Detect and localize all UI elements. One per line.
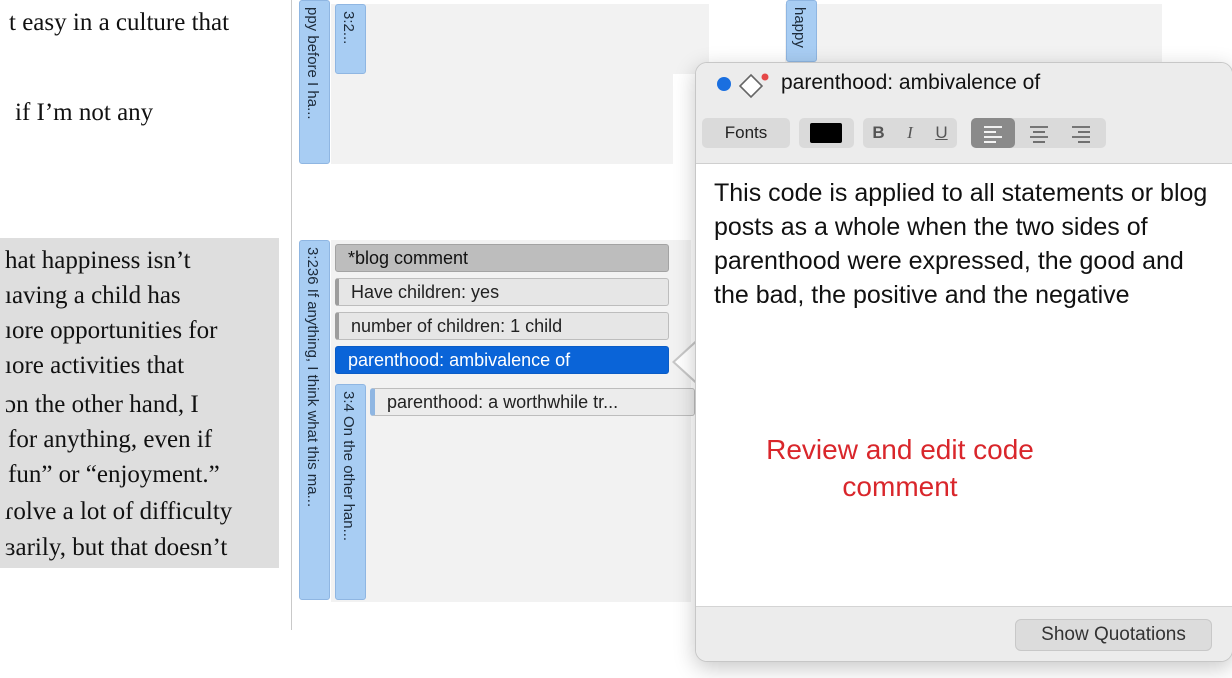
bold-button[interactable]: B [863,118,894,148]
margin-strip [785,4,1162,66]
code-comment-editor[interactable]: This code is applied to all statements o… [714,176,1222,312]
document-line: hat happiness isn’t [5,247,191,274]
text-style-group: B I U [863,118,957,148]
popover-header: parenthood: ambivalence of Fonts B I U [696,63,1232,164]
quotation-tab[interactable]: ppy before I ha... [299,0,330,164]
document-line: ɾolve a lot of difficulty [5,498,233,525]
align-right-icon [1072,126,1090,143]
quotation-tab-label: 3:4 On the other han... [340,391,357,542]
margin-strip [331,4,709,74]
quotation-tab[interactable]: happy [786,0,817,62]
text-color-swatch [810,123,842,143]
alignment-group [971,118,1106,148]
document-line: t easy in a culture that [9,9,230,36]
quotation-tab-label: 3:2... [340,11,357,45]
underline-button[interactable]: U [926,118,957,148]
code-tag[interactable]: number of children: 1 child [335,312,669,340]
quotation-tab[interactable]: 3:236 If anything, I think what this ma.… [299,240,330,600]
popover-pointer-fill [675,342,697,382]
quotation-tab-label: 3:236 If anything, I think what this ma.… [304,247,321,508]
text-color-button[interactable] [799,118,854,148]
align-center-button[interactable] [1019,118,1059,148]
fonts-button[interactable]: Fonts [702,118,790,148]
quotation-tab[interactable]: 3:4 On the other han... [335,384,366,600]
align-center-icon [1030,126,1048,143]
code-tag[interactable]: Have children: yes [335,278,669,306]
margin-divider [291,0,292,630]
document-line: ıaving a child has [5,282,181,309]
margin-strip [331,74,673,164]
align-left-button[interactable] [971,118,1015,148]
document-line: for anything, even if [8,426,213,453]
document-line: ıore opportunities for [5,317,218,344]
code-color-dot-icon [717,77,731,91]
document-line: if I’m not any [15,99,154,126]
align-left-icon [984,126,1002,143]
document-line: ıore activities that [5,352,185,379]
quotation-tab-label: happy [791,7,808,48]
align-right-button[interactable] [1062,118,1102,148]
popover-title: parenthood: ambivalence of [781,71,1041,94]
quotation-tab[interactable]: 3:2... [335,4,366,74]
document-line: ɔn the other hand, I [5,391,199,418]
document-line: ɜarily, but that doesn’t [5,534,228,561]
annotation-callout: Review and edit code comment [766,434,1034,502]
code-tag-selected[interactable]: parenthood: ambivalence of [335,346,669,374]
code-tag[interactable]: *blog comment [335,244,669,272]
code-comment-popover[interactable]: parenthood: ambivalence of Fonts B I U T… [695,62,1232,662]
show-quotations-button[interactable]: Show Quotations [1015,619,1212,651]
document-line: fun” or “enjoyment.” [8,461,220,488]
code-diamond-icon[interactable] [738,71,776,99]
code-tag[interactable]: parenthood: a worthwhile tr... [370,388,695,416]
popover-footer: Show Quotations [696,606,1232,661]
italic-button[interactable]: I [894,118,926,148]
quotation-tab-label: ppy before I ha... [304,7,321,120]
